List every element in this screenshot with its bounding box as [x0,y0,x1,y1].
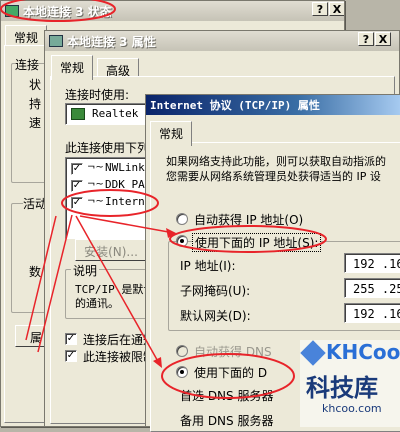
list-item[interactable]: NWLink [105,161,145,174]
watermark-url: khcoo.com [322,402,382,415]
adapter-name: Realtek [92,107,139,120]
gateway-input[interactable]: 192 .168 [344,303,400,323]
watermark: KHCoo 科技库 khcoo.com [300,340,400,427]
gateway-label: 默认网关(D): [180,309,251,323]
properties-window-titlebar[interactable]: 本地连接 3 属性 ? X [45,31,399,51]
auto-ip-radio[interactable] [176,213,188,225]
adapter-icon [71,108,85,120]
show-icon-checkbox[interactable]: ✓ [65,333,77,345]
duration-label: 持 [29,97,42,111]
properties-window-title: 本地连接 3 属性 [67,34,156,49]
notify-checkbox[interactable]: ✓ [65,350,77,362]
status-label: 状 [29,78,42,92]
status-window-titlebar[interactable]: 本地连接 3 状态 ? X [1,1,344,21]
install-button[interactable]: 安装(N)... [75,239,147,261]
alternate-dns-label: 备用 DNS 服务器 [180,414,274,428]
intro-text-line-2: 您需要从网络系统管理员处获得适当的 IP 设 [166,170,381,183]
item-checkbox[interactable]: ✓ [71,180,83,192]
status-window-title: 本地连接 3 状态 [23,4,112,19]
list-item[interactable]: Intern [105,195,145,208]
subnet-mask-input[interactable]: 255 .255 [344,278,400,298]
close-button[interactable]: X [375,32,391,46]
network-icon [49,35,63,47]
preferred-dns-label: 首选 DNS 服务器 [180,389,274,403]
watermark-logo [300,340,326,366]
speed-label: 速 [29,116,42,130]
use-ip-label: 使用下面的 IP 地址(S): [192,233,322,252]
intro-text-line-1: 如果网络支持此功能，则可以获取自动指派的 [166,155,386,168]
connection-group-label: 连接 [15,56,40,73]
protocol-icon: ¬~ [87,162,104,173]
connect-using-label: 连接时使用: [65,88,130,102]
auto-ip-label: 自动获得 IP 地址(O) [194,213,304,227]
ip-address-input[interactable]: 192 .168 [344,253,400,273]
protocol-icon: ¬~ [87,196,104,207]
ip-address-label: IP 地址(I): [180,259,236,273]
item-checkbox[interactable]: ✓ [71,197,83,209]
close-button[interactable]: X [329,2,344,16]
tcpip-window-titlebar[interactable]: Internet 协议 (TCP/IP) 属性 [146,95,400,115]
watermark-name: 科技库 [306,374,378,402]
tab-general[interactable]: 常规 [51,55,94,80]
auto-dns-label: 自动获得 DNS [194,345,272,359]
tab-general[interactable]: 常规 [150,121,193,146]
subnet-mask-label: 子网掩码(U): [180,284,251,298]
tcpip-window-title: Internet 协议 (TCP/IP) 属性 [150,99,320,112]
use-ip-radio[interactable] [176,235,188,247]
use-dns-label: 使用下面的 D [194,366,268,380]
auto-dns-radio[interactable] [176,345,188,357]
item-checkbox[interactable]: ✓ [71,163,83,175]
description-label: 说明 [71,262,100,279]
watermark-brand: KHCoo [326,340,400,364]
description-text-2: 的通讯。 [75,297,119,310]
help-button[interactable]: ? [312,2,328,16]
items-label: 此连接使用下列 [65,141,150,155]
window-icon [5,5,19,17]
use-dns-radio[interactable] [176,366,188,378]
help-button[interactable]: ? [358,32,374,46]
protocol-icon: ¬~ [87,179,104,190]
packets-label: 数 [29,265,42,279]
